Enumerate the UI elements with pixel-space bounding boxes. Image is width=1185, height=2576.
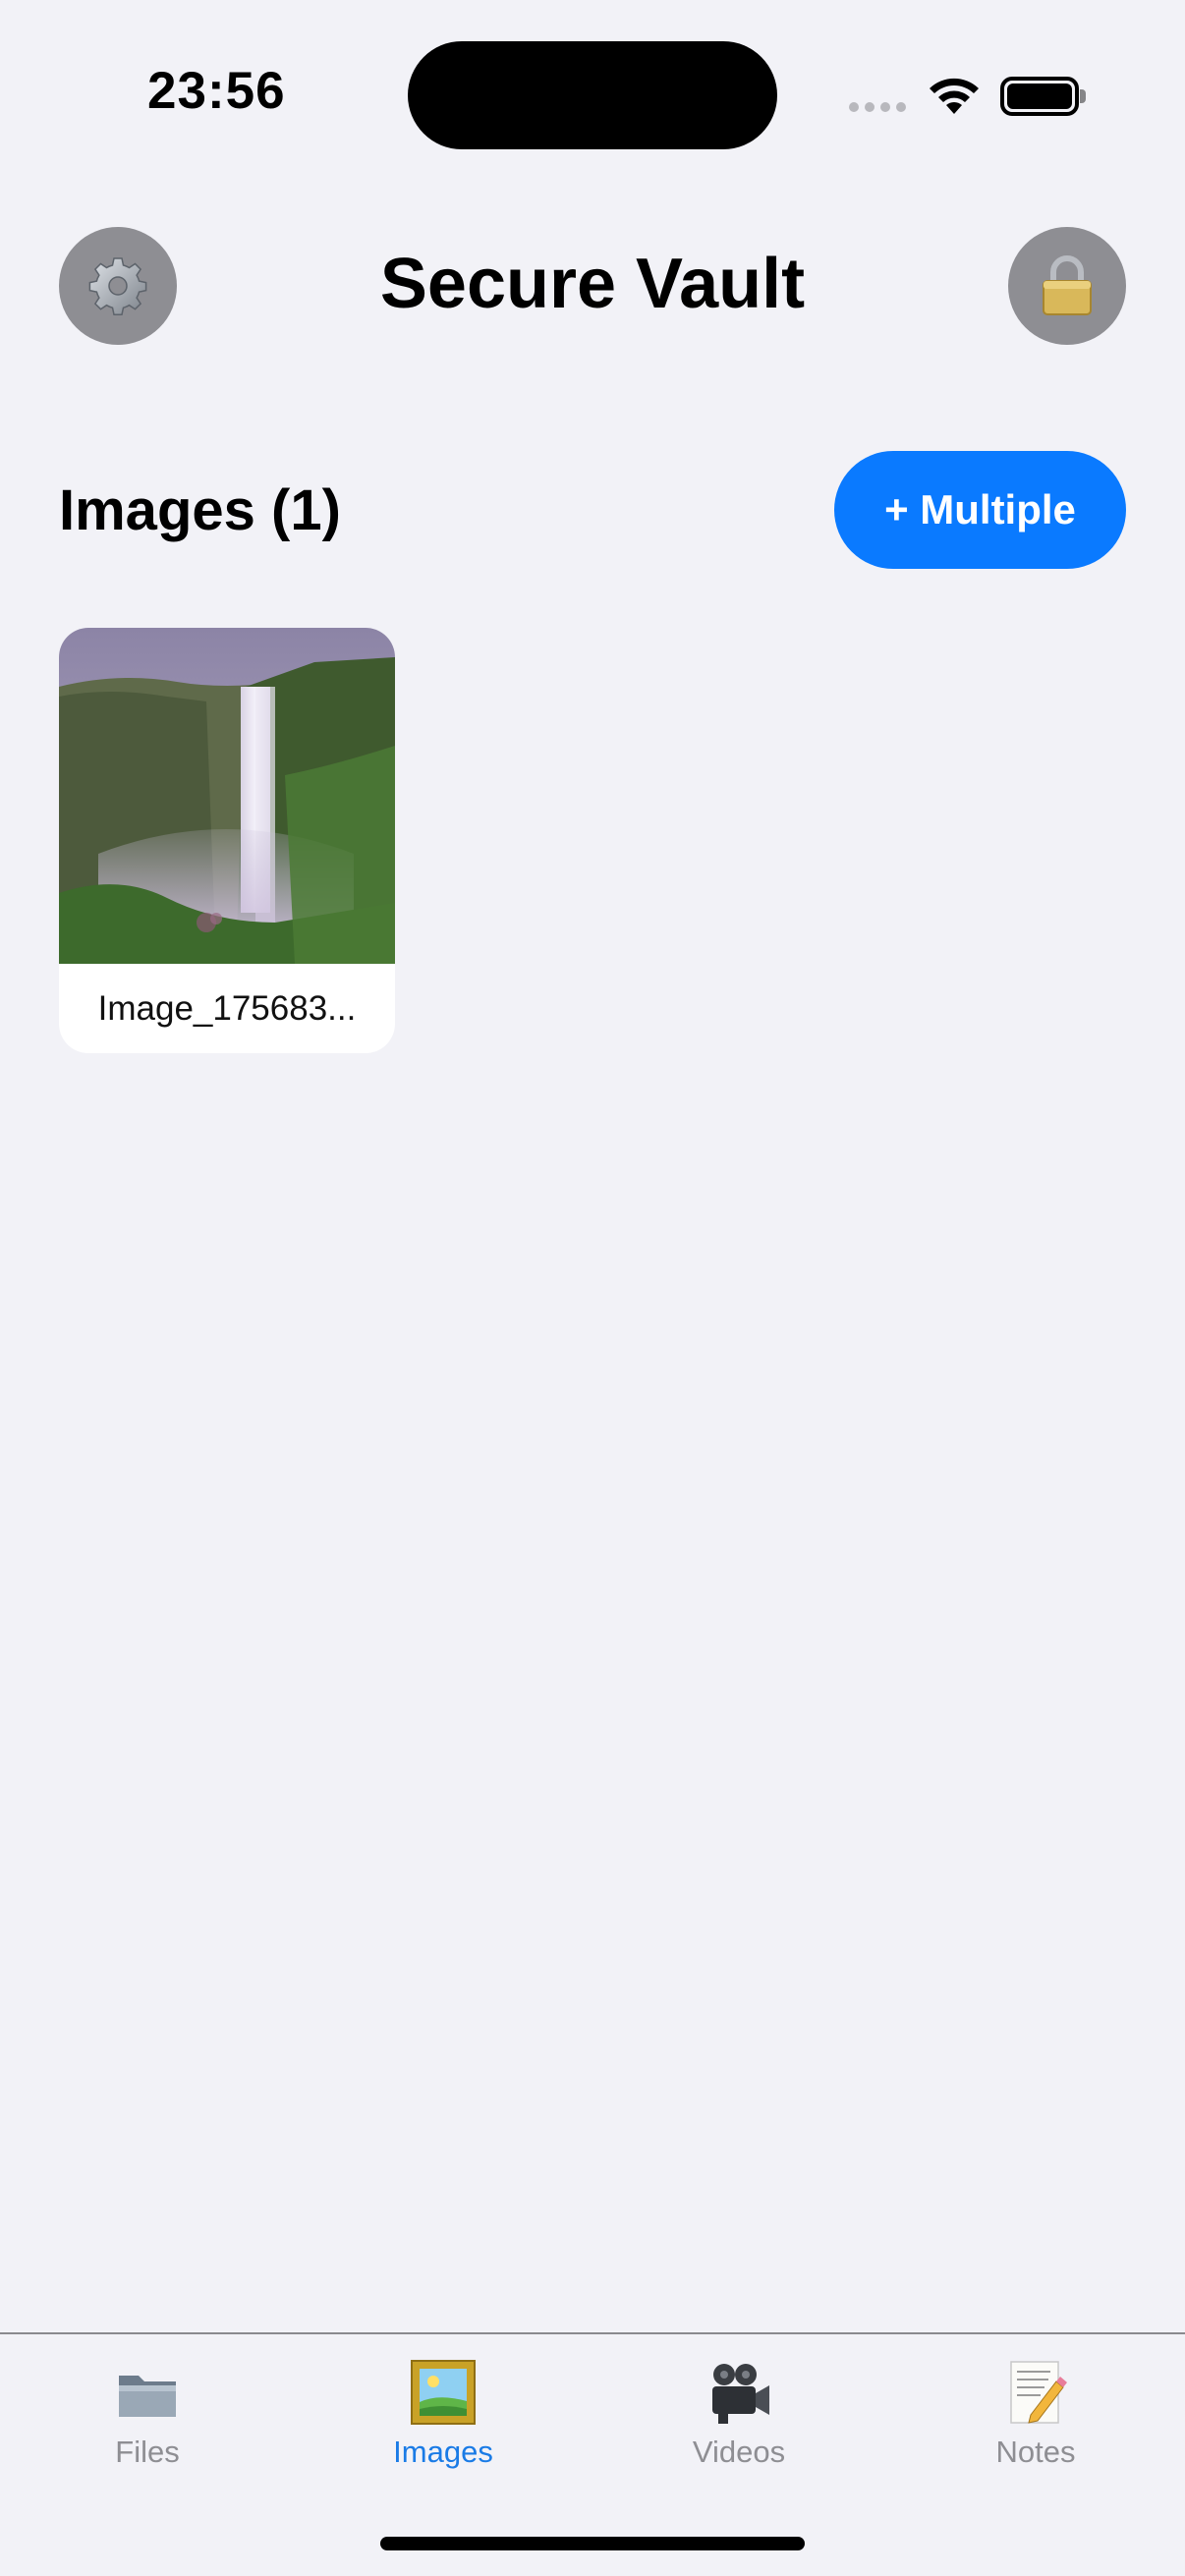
section-title: Images (1) [59, 478, 341, 542]
battery-icon [1000, 77, 1079, 116]
app-screen: 23:56 Secure Vault Images (1) + Multiple… [0, 0, 1185, 2576]
cellular-signal-icon [849, 102, 906, 112]
framed-picture-icon [411, 2360, 476, 2425]
home-indicator[interactable] [380, 2537, 805, 2550]
status-time: 23:56 [147, 62, 286, 120]
image-card[interactable]: Image_175683... [59, 628, 395, 1053]
waterfall-photo [59, 628, 395, 964]
dynamic-island [408, 41, 777, 149]
tab-notes-label: Notes [995, 2435, 1076, 2469]
folder-icon [119, 2376, 176, 2417]
lock-button[interactable] [1008, 227, 1126, 345]
memo-icon [1010, 2361, 1067, 2424]
tab-videos[interactable]: Videos [641, 2358, 837, 2486]
tab-images[interactable]: Images [345, 2358, 541, 2486]
tab-files-label: Files [115, 2435, 180, 2469]
tab-images-label: Images [393, 2435, 493, 2469]
tab-files[interactable]: Files [49, 2358, 246, 2486]
image-name: Image_175683... [97, 989, 357, 1028]
movie-camera-icon [712, 2364, 769, 2424]
padlock-icon [1043, 255, 1092, 315]
tab-videos-label: Videos [692, 2435, 786, 2469]
add-multiple-button[interactable]: + Multiple [834, 451, 1126, 569]
wifi-icon [930, 78, 979, 114]
tab-notes[interactable]: Notes [937, 2358, 1134, 2486]
